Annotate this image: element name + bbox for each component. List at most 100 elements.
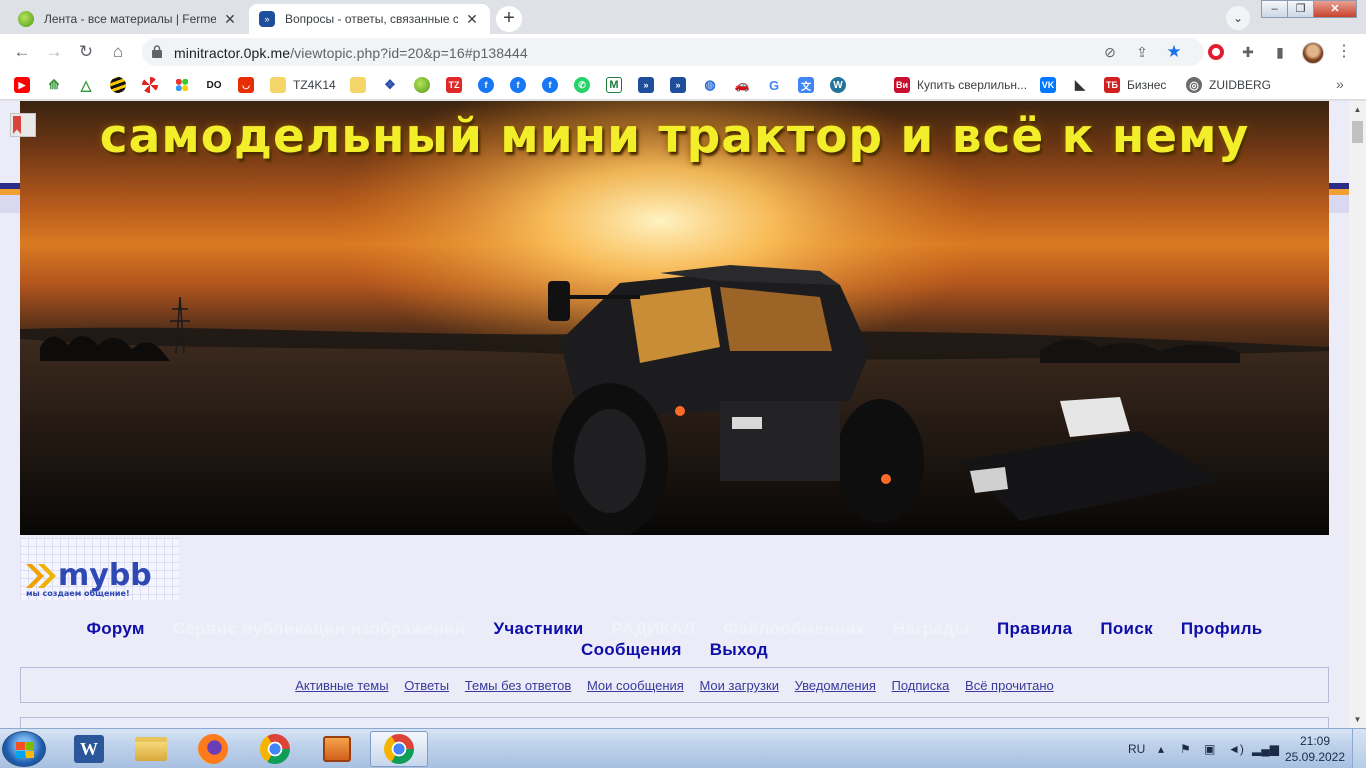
bookmark-emblem[interactable]: ❖ xyxy=(382,76,398,94)
bookmark-m[interactable]: M xyxy=(606,76,622,94)
bookmark-biznes[interactable]: ТБ Бизнес xyxy=(1104,76,1166,94)
nav-messages[interactable]: Сообщения xyxy=(581,640,682,660)
subnav-mark-all-read[interactable]: Всё прочитано xyxy=(965,678,1054,693)
bookmark-youtube[interactable]: ▶ xyxy=(14,76,30,94)
subnav-notifications[interactable]: Уведомления xyxy=(795,678,876,693)
bookmark-facebook-2[interactable]: f xyxy=(510,76,526,94)
bookmark-do[interactable]: DO xyxy=(206,76,222,94)
bookmark-wolf[interactable]: ◣ xyxy=(1072,76,1088,94)
antivirus-tray-icon[interactable]: ▣ xyxy=(1204,729,1215,768)
bookmark-tz[interactable]: TZ xyxy=(446,76,462,94)
do-icon: DO xyxy=(206,77,222,93)
nav-logout[interactable]: Выход xyxy=(710,640,768,660)
taskbar-chrome-2[interactable] xyxy=(370,731,428,767)
subnav-unanswered[interactable]: Темы без ответов xyxy=(465,678,572,693)
nav-file-share[interactable]: Файлообменник xyxy=(724,619,865,639)
nav-search[interactable]: Поиск xyxy=(1100,619,1153,639)
bookmark-aliexpress[interactable]: ◡ xyxy=(238,76,254,94)
subnav-active-topics[interactable]: Активные темы xyxy=(295,678,388,693)
nav-profile[interactable]: Профиль xyxy=(1181,619,1263,639)
nav-awards[interactable]: Награды xyxy=(893,619,969,639)
bookmark-zuidberg[interactable]: ◎ ZUIDBERG xyxy=(1186,76,1271,94)
bookmark-apple[interactable] xyxy=(414,76,430,94)
page-scrollbar[interactable]: ▲ ▼ xyxy=(1349,101,1366,728)
taskbar-explorer[interactable] xyxy=(122,731,180,767)
forward-button[interactable]: → xyxy=(42,40,66,64)
bookmark-car[interactable]: 🚗 xyxy=(734,76,750,94)
shield-icon: ◍ xyxy=(702,77,718,93)
subnav-my-posts[interactable]: Мои сообщения xyxy=(587,678,684,693)
bookmark-folder[interactable] xyxy=(350,76,366,94)
taskbar-firefox[interactable] xyxy=(184,731,242,767)
tray-overflow-icon[interactable]: ▴ xyxy=(1158,729,1164,768)
taskbar-clock[interactable]: 21:09 25.09.2022 xyxy=(1284,733,1346,765)
tab-title: Вопросы - ответы, связанные с xyxy=(285,12,458,26)
language-indicator[interactable]: RU xyxy=(1128,729,1145,768)
side-panel-icon[interactable]: ▮ xyxy=(1270,42,1290,62)
show-desktop-button[interactable] xyxy=(1352,729,1366,768)
scroll-down-icon[interactable]: ▼ xyxy=(1349,711,1366,728)
taskbar-chrome-1[interactable] xyxy=(246,731,304,767)
reload-button[interactable]: ↻ xyxy=(74,40,98,64)
close-icon[interactable]: ✕ xyxy=(222,11,238,28)
bookmark-facebook-1[interactable]: f xyxy=(478,76,494,94)
subnav-subscriptions[interactable]: Подписка xyxy=(892,678,950,693)
bookmark-google[interactable]: G xyxy=(766,76,782,94)
subnav-my-uploads[interactable]: Мои загрузки xyxy=(699,678,779,693)
lock-icon xyxy=(152,45,162,58)
volume-icon[interactable]: ◄) xyxy=(1228,729,1244,768)
eye-off-icon[interactable]: ⊘ xyxy=(1100,42,1120,62)
bookmark-tree[interactable]: ⟰ xyxy=(46,76,62,94)
tab-minitractor[interactable]: » Вопросы - ответы, связанные с ✕ xyxy=(249,4,490,34)
tab-fermer[interactable]: Лента - все материалы | Fermer ✕ xyxy=(8,4,248,34)
network-signal-icon[interactable]: ▂▄▆ xyxy=(1252,729,1279,768)
bookmark-delta[interactable]: △ xyxy=(78,76,94,94)
bookmark-star-icon[interactable]: ★ xyxy=(1164,42,1184,62)
mybb-logo[interactable]: mybb мы создаем общение! xyxy=(20,538,179,600)
bookmark-vk[interactable]: VK xyxy=(1040,76,1056,94)
bookmark-lifebuoy[interactable] xyxy=(142,76,158,94)
bookmark-whatsapp[interactable]: ✆ xyxy=(574,76,590,94)
wolf-icon: ◣ xyxy=(1072,77,1088,93)
bookmark-shield[interactable]: ◍ xyxy=(702,76,718,94)
page-bookmark-flag-icon[interactable] xyxy=(10,113,36,137)
nav-rules[interactable]: Правила xyxy=(997,619,1072,639)
bookmark-facebook-3[interactable]: f xyxy=(542,76,558,94)
bookmark-tz4k14[interactable]: TZ4K14 xyxy=(270,76,336,94)
scroll-up-icon[interactable]: ▲ xyxy=(1349,101,1366,118)
bookmarks-overflow-icon[interactable]: » xyxy=(1336,76,1344,92)
maximize-button[interactable]: ❐ xyxy=(1287,0,1314,18)
extensions-puzzle-icon[interactable]: ✚ xyxy=(1238,42,1258,62)
address-bar[interactable]: minitractor.0pk.me/viewtopic.php?id=20&p… xyxy=(142,38,1204,66)
home-button[interactable]: ⌂ xyxy=(106,40,130,64)
nav-members[interactable]: Участники xyxy=(493,619,583,639)
clock-date: 25.09.2022 xyxy=(1284,750,1346,764)
nav-radikal[interactable]: РАДИКАЛ xyxy=(612,619,696,639)
subnav-replies[interactable]: Ответы xyxy=(404,678,449,693)
action-center-flag-icon[interactable]: ⚑ xyxy=(1180,729,1191,768)
bookmark-mybb-2[interactable]: » xyxy=(670,76,686,94)
forum-banner[interactable]: самодельный мини трактор и всё к нему xyxy=(20,101,1329,535)
tab-search-button[interactable]: ⌄ xyxy=(1226,6,1250,30)
bookmark-dots[interactable] xyxy=(174,76,190,94)
minimize-button[interactable]: – xyxy=(1261,0,1288,18)
back-button[interactable]: ← xyxy=(10,40,34,64)
nav-image-service[interactable]: Сервис публикации изображений xyxy=(173,619,466,639)
opera-extension-icon[interactable] xyxy=(1206,42,1226,62)
share-icon[interactable]: ⇪ xyxy=(1132,42,1152,62)
bookmark-mybb-1[interactable]: » xyxy=(638,76,654,94)
bookmark-translate[interactable]: 文 xyxy=(798,76,814,94)
start-button[interactable] xyxy=(2,731,46,767)
close-icon[interactable]: ✕ xyxy=(464,11,480,28)
profile-avatar[interactable] xyxy=(1302,42,1324,64)
taskbar-toolbox[interactable] xyxy=(308,731,366,767)
close-window-button[interactable]: ✕ xyxy=(1313,0,1357,18)
menu-kebab-icon[interactable]: ⋮ xyxy=(1336,42,1352,62)
nav-forum[interactable]: Форум xyxy=(86,619,144,639)
scroll-thumb[interactable] xyxy=(1352,121,1363,143)
bookmark-wordpress[interactable]: W xyxy=(830,76,846,94)
taskbar-word[interactable]: W xyxy=(60,731,118,767)
bookmark-beeline[interactable] xyxy=(110,76,126,94)
bookmark-vseinstrumenti[interactable]: Ви Купить сверлильн... xyxy=(894,76,1027,94)
new-tab-button[interactable]: + xyxy=(496,6,522,32)
